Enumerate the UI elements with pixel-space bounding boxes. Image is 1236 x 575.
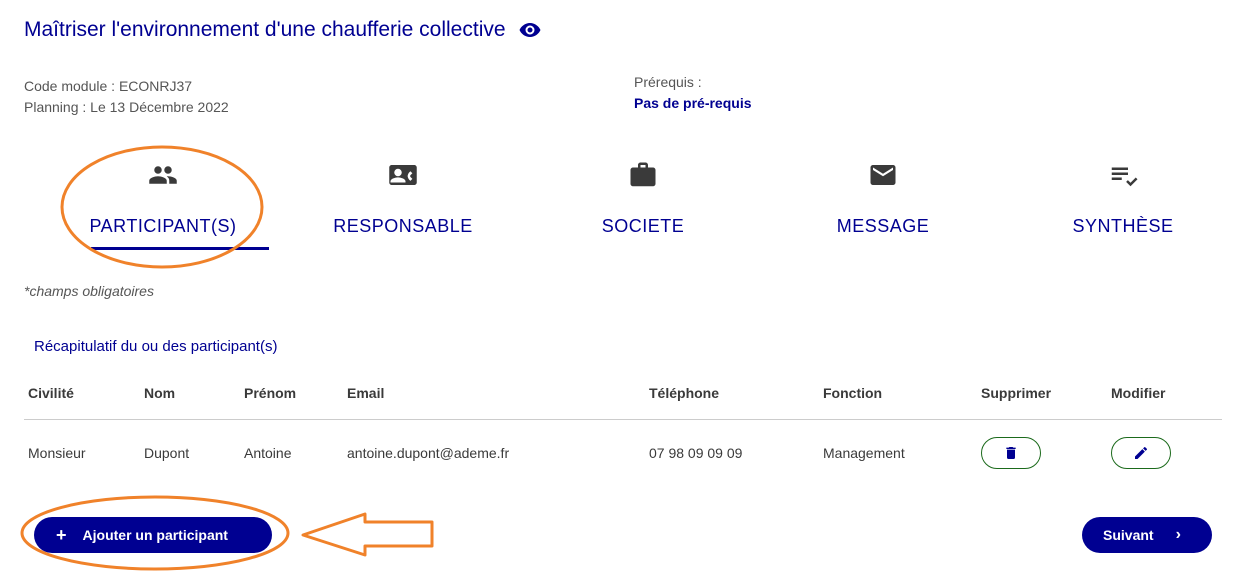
- active-tab-indicator: [91, 247, 269, 250]
- required-fields-note: *champs obligatoires: [24, 283, 154, 299]
- column-header: Civilité: [28, 385, 74, 401]
- planning: Planning : Le 13 Décembre 2022: [24, 99, 229, 115]
- add-participant-button[interactable]: + Ajouter un participant: [34, 517, 272, 553]
- prereq-block: Prérequis : Pas de pré-requis: [634, 72, 752, 114]
- column-header: Téléphone: [649, 385, 720, 401]
- cell-email: antoine.dupont@ademe.fr: [347, 445, 510, 461]
- prereq-value: Pas de pré-requis: [634, 95, 752, 111]
- chevron-right-icon: ›: [1175, 526, 1181, 543]
- tab-label: MESSAGE: [836, 216, 930, 236]
- prereq-label: Prérequis :: [634, 74, 702, 90]
- column-header: Email: [347, 385, 385, 401]
- pencil-icon: [1135, 446, 1147, 459]
- plus-icon: +: [56, 524, 67, 545]
- add-participant-label: Ajouter un participant: [82, 527, 228, 543]
- column-header: Modifier: [1111, 385, 1166, 401]
- cell-nom: Dupont: [144, 445, 190, 461]
- column-header: Fonction: [823, 385, 883, 401]
- page-title: Maîtriser l'environnement d'une chauffer…: [24, 18, 506, 41]
- eye-icon[interactable]: [518, 18, 542, 42]
- cell-fonction: Management: [823, 445, 905, 461]
- cell-telephone: 07 98 09 09 09: [649, 445, 743, 461]
- tab-message[interactable]: MESSAGE: [778, 150, 988, 250]
- table-row: Monsieur Dupont Antoine antoine.dupont@a…: [24, 436, 1222, 470]
- stepper-tabs: PARTICIPANT(S) RESPONSABLE SOCIETE MESSA…: [40, 150, 1200, 260]
- table-header: Civilité Nom Prénom Email Téléphone Fonc…: [24, 385, 1222, 420]
- group-icon: [148, 160, 178, 190]
- cell-edit: [1111, 436, 1171, 470]
- column-header: Prénom: [244, 385, 297, 401]
- envelope-icon: [868, 160, 898, 190]
- page-title-row: Maîtriser l'environnement d'une chauffer…: [24, 18, 542, 42]
- column-header: Nom: [144, 385, 176, 401]
- list-check-icon: [1108, 160, 1138, 190]
- cell-prenom: Antoine: [244, 445, 292, 461]
- trash-icon: [1006, 447, 1016, 459]
- arrow-left-annotation: [301, 512, 434, 557]
- next-label: Suivant: [1103, 527, 1154, 543]
- tab-synthese[interactable]: SYNTHÈSE: [1018, 150, 1228, 250]
- tab-label: PARTICIPANT(S): [89, 216, 237, 236]
- next-button[interactable]: Suivant ›: [1082, 517, 1212, 553]
- module-meta: Code module : ECONRJ37 Planning : Le 13 …: [24, 76, 229, 118]
- tab-societe[interactable]: SOCIETE: [538, 150, 748, 250]
- code-module: Code module : ECONRJ37: [24, 78, 193, 94]
- tab-label: SYNTHÈSE: [1072, 216, 1174, 236]
- tab-label: RESPONSABLE: [333, 216, 473, 236]
- briefcase-icon: [628, 160, 658, 190]
- tab-label: SOCIETE: [601, 216, 685, 236]
- delete-button[interactable]: [981, 437, 1041, 469]
- tab-responsable[interactable]: RESPONSABLE: [298, 150, 508, 250]
- tab-participants[interactable]: PARTICIPANT(S): [58, 150, 269, 250]
- cell-delete: [981, 436, 1041, 470]
- cell-civilite: Monsieur: [28, 445, 86, 461]
- recap-title: Récapitulatif du ou des participant(s): [34, 338, 278, 355]
- edit-button[interactable]: [1111, 437, 1171, 469]
- contact-card-icon: [388, 160, 418, 190]
- column-header: Supprimer: [981, 385, 1052, 401]
